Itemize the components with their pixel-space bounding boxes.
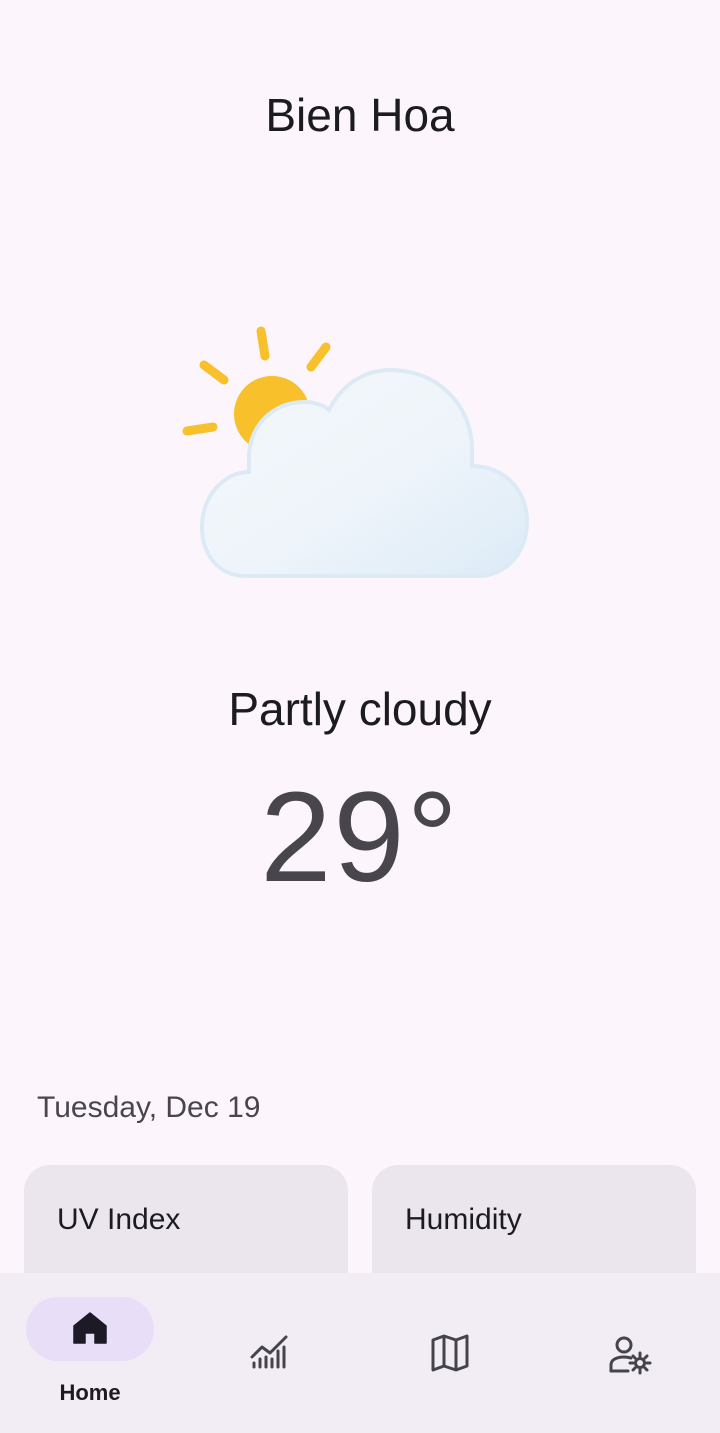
nav-item-chart[interactable] bbox=[180, 1273, 360, 1433]
nav-item-home[interactable]: Home bbox=[0, 1273, 180, 1433]
map-icon bbox=[431, 1334, 469, 1372]
nav-item-settings[interactable] bbox=[540, 1273, 720, 1433]
weather-condition: Partly cloudy bbox=[228, 683, 492, 735]
nav-label-home: Home bbox=[59, 1380, 121, 1405]
city-name: Bien Hoa bbox=[265, 89, 455, 141]
nav-item-map[interactable] bbox=[360, 1273, 540, 1433]
home-icon bbox=[73, 1312, 107, 1344]
partly-cloudy-icon bbox=[176, 322, 536, 588]
uv-index-title: UV Index bbox=[57, 1203, 181, 1236]
current-date: Tuesday, Dec 19 bbox=[37, 1091, 261, 1124]
weather-home-screen: Bien Hoa Partly cloudy 29° Tuesday, Dec … bbox=[0, 0, 720, 1433]
bottom-navigation-bar: Home bbox=[0, 1273, 720, 1433]
chart-icon bbox=[250, 1335, 288, 1369]
current-temperature: 29° bbox=[260, 766, 460, 909]
humidity-title: Humidity bbox=[405, 1203, 522, 1236]
user-settings-icon bbox=[609, 1336, 652, 1375]
